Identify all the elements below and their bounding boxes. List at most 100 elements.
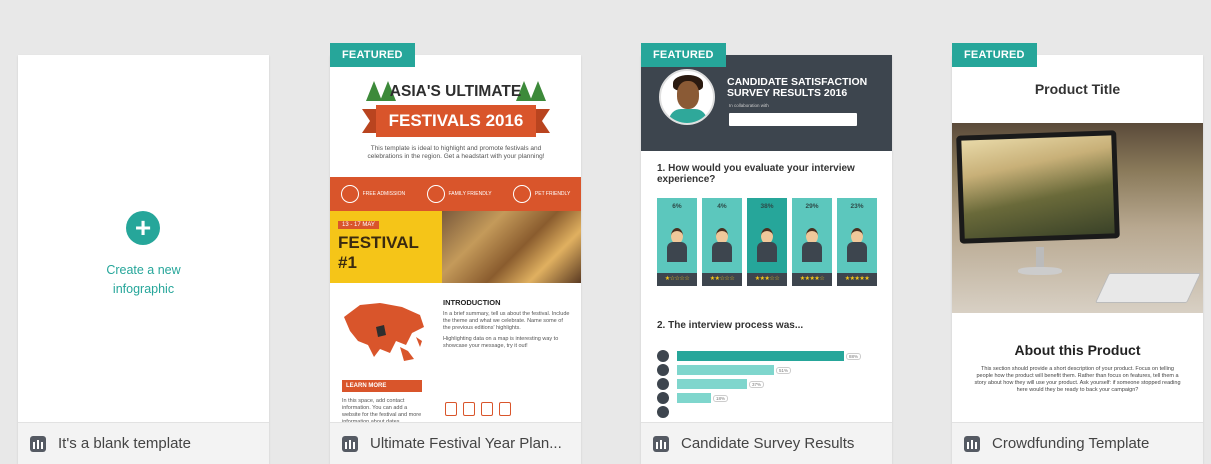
festival-date-panel: 13 - 17 MAY FESTIVAL #1 [330, 211, 442, 283]
featured-badge: FEATURED [952, 43, 1037, 67]
survey-header: CANDIDATE SATISFACTION SURVEY RESULTS 20… [641, 55, 892, 151]
about-text: This section should provide a short desc… [974, 366, 1181, 393]
survey-question-1: 1. How would you evaluate your interview… [657, 163, 855, 185]
card-title: Candidate Survey Results [681, 435, 855, 452]
feature-item: FAMILY FRIENDLY [426, 185, 492, 203]
star-rating: ★★☆☆☆ [702, 273, 742, 286]
blank-template-card[interactable]: + Create a new infographic It's a blank … [18, 55, 269, 464]
feature-item: FREE ADMISSION [340, 185, 406, 203]
rating-columns: 6% ★☆☆☆☆ 4% ★★☆☆☆ 38% ★★★☆☆ 29% ★★★★☆ 23% ★★★★★ [657, 198, 877, 286]
crowdfunding-template-thumbnail[interactable]: Product Title About this Product This se… [952, 55, 1203, 422]
partner-logos-box [729, 113, 857, 126]
card-footer[interactable]: It's a blank template [18, 422, 269, 464]
card-title: It's a blank template [58, 435, 191, 452]
star-rating: ★★★★☆ [792, 273, 832, 286]
rating-column: 23% ★★★★★ [837, 198, 877, 286]
paw-icon [512, 185, 531, 203]
candidate-survey-thumbnail[interactable]: CANDIDATE SATISFACTION SURVEY RESULTS 20… [641, 55, 892, 422]
festival-headline-1: ASIA'S ULTIMATE [389, 83, 522, 100]
process-bar-label: 88% [846, 352, 862, 360]
festival-description: This template is ideal to highlight and … [367, 145, 545, 160]
card-title: Crowdfunding Template [992, 435, 1150, 452]
intro-heading: INTRODUCTION [443, 298, 501, 307]
intro-body-1: In a brief summary, tell us about the fe… [443, 311, 570, 331]
festival-headline-ribbon: FESTIVALS 2016 [362, 105, 550, 137]
survey-question-2: 2. The interview process was... [657, 320, 804, 331]
rating-column: 38% ★★★☆☆ [747, 198, 787, 286]
process-bar-row: 37% [657, 378, 765, 390]
rating-percent: 23% [850, 203, 864, 210]
learn-more-banner: LEARN MORE [342, 380, 422, 392]
emoji-icon [657, 364, 669, 376]
person-icon [712, 228, 732, 262]
process-bar [677, 365, 774, 375]
mail-icon [481, 402, 493, 416]
feature-item: PET FRIENDLY [512, 185, 571, 203]
create-new-infographic-link[interactable]: Create a new infographic [18, 261, 269, 299]
survey-headline: CANDIDATE SATISFACTION SURVEY RESULTS 20… [727, 76, 868, 99]
keyboard-image [1095, 273, 1201, 303]
learn-more-text: In this space, add contact information. … [342, 398, 422, 422]
plus-icon[interactable]: + [126, 211, 160, 245]
feature-label: FREE ADMISSION [362, 191, 406, 197]
process-bar-label: 37% [749, 380, 765, 388]
festival-date: 13 - 17 MAY [338, 221, 379, 229]
facebook-icon [445, 402, 457, 416]
process-bar [677, 351, 844, 361]
card-footer[interactable]: Crowdfunding Template [952, 422, 1203, 464]
infographic-bars-icon [342, 435, 358, 452]
monitor-image [956, 130, 1120, 244]
infographic-bars-icon [30, 435, 46, 452]
featured-badge: FEATURED [330, 43, 415, 67]
feature-label: FAMILY FRIENDLY [448, 191, 492, 197]
infographic-bars-icon [964, 435, 980, 452]
family-icon [426, 185, 445, 203]
crowdfunding-template-card[interactable]: Product Title About this Product This se… [952, 55, 1203, 464]
phone-icon [499, 402, 511, 416]
process-bar-row [657, 406, 677, 418]
person-icon [757, 228, 777, 262]
rating-column: 4% ★★☆☆☆ [702, 198, 742, 286]
emoji-icon [657, 406, 669, 418]
process-bar-label: 51% [776, 366, 792, 374]
festival-name: FESTIVAL #1 [338, 233, 419, 272]
create-line-2: infographic [112, 282, 175, 296]
blank-template-thumbnail[interactable]: + Create a new infographic [18, 55, 269, 422]
ticket-icon [340, 185, 359, 203]
process-bar [677, 393, 711, 403]
process-bar-row: 18% [657, 392, 729, 404]
feature-label: PET FRIENDLY [534, 191, 571, 197]
asia-map-icon [344, 303, 424, 361]
social-icons [445, 402, 511, 416]
person-icon [667, 228, 687, 262]
rating-percent: 29% [805, 203, 819, 210]
process-bar-row: 88% [657, 350, 862, 362]
collab-text: In collaboration with [729, 103, 769, 108]
candidate-survey-card[interactable]: CANDIDATE SATISFACTION SURVEY RESULTS 20… [641, 55, 892, 464]
product-photo [952, 123, 1203, 313]
emoji-icon [657, 392, 669, 404]
festival-template-card[interactable]: ASIA'S ULTIMATE FESTIVALS 2016 This temp… [330, 55, 581, 464]
rating-column: 6% ★☆☆☆☆ [657, 198, 697, 286]
emoji-icon [657, 378, 669, 390]
emoji-icon [657, 350, 669, 362]
process-bar-label: 18% [713, 394, 729, 402]
card-footer[interactable]: Ultimate Festival Year Plan... [330, 422, 581, 464]
person-icon [847, 228, 867, 262]
star-rating: ★★★☆☆ [747, 273, 787, 286]
intro-body-2: Highlighting data on a map is interestin… [443, 336, 559, 349]
process-bar-row: 51% [657, 364, 792, 376]
infographic-bars-icon [653, 435, 669, 452]
star-rating: ★☆☆☆☆ [657, 273, 697, 286]
rating-percent: 38% [760, 203, 774, 210]
festival-template-thumbnail[interactable]: ASIA'S ULTIMATE FESTIVALS 2016 This temp… [330, 55, 581, 422]
candidate-avatar [659, 69, 715, 125]
rating-column: 29% ★★★★☆ [792, 198, 832, 286]
featured-badge: FEATURED [641, 43, 726, 67]
rating-percent: 6% [672, 203, 682, 210]
card-footer[interactable]: Candidate Survey Results [641, 422, 892, 464]
star-rating: ★★★★★ [837, 273, 877, 286]
person-icon [802, 228, 822, 262]
create-line-1: Create a new [106, 263, 181, 277]
twitter-icon [463, 402, 475, 416]
